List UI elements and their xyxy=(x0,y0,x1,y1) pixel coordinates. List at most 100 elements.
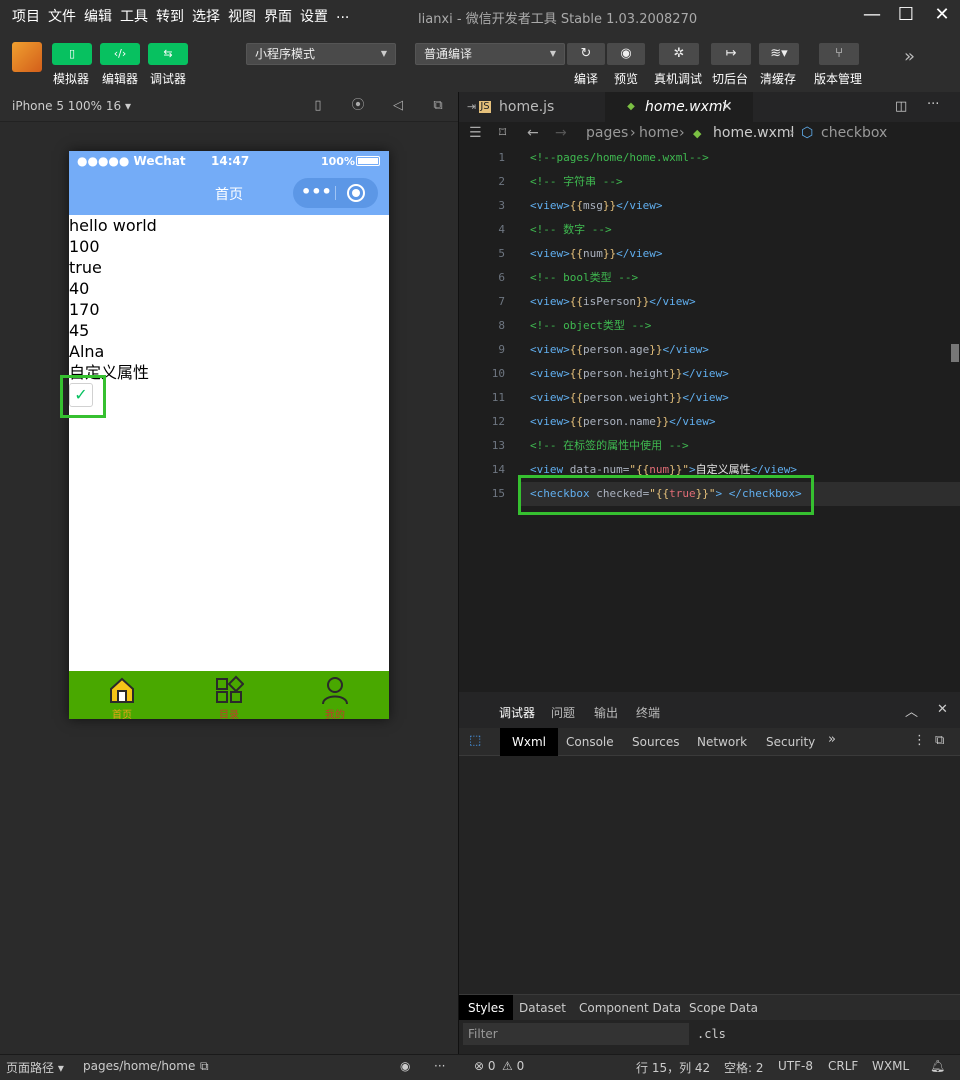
filter-input[interactable]: Filter xyxy=(463,1023,689,1045)
tab-console[interactable]: Console xyxy=(554,728,626,756)
bell-icon[interactable]: 🔔︎ xyxy=(930,1059,945,1073)
back-icon[interactable]: ← xyxy=(527,125,539,141)
bug-icon[interactable]: ✲ xyxy=(659,43,699,65)
phone-icon[interactable]: ▯ xyxy=(52,43,92,65)
compile-select[interactable]: 普通编译 ▼ xyxy=(415,43,565,65)
code-editor[interactable]: 1 <!--pages/home/home.wxml--> 2 <!-- 字符串 -… xyxy=(459,146,960,692)
checkbox[interactable]: ✓ xyxy=(69,383,93,407)
menu-more[interactable]: ... xyxy=(336,6,349,22)
encoding[interactable]: UTF-8 xyxy=(778,1059,813,1073)
language-mode[interactable]: WXML xyxy=(872,1059,909,1073)
forward-icon[interactable]: → xyxy=(555,125,567,141)
tab-issues[interactable]: 问题 xyxy=(551,704,575,721)
menu-edit[interactable]: 编辑 xyxy=(84,6,112,26)
error-count[interactable]: ⊗ 0 xyxy=(474,1059,496,1073)
tab-home-wxml[interactable]: ◆ home.wxml ✕ xyxy=(605,92,753,122)
bookmark-icon[interactable]: ⌑ xyxy=(499,125,506,141)
phone-icon[interactable]: ▯ xyxy=(310,98,326,114)
menu-project[interactable]: 项目 xyxy=(12,6,40,26)
code-line: 4 <!-- 数字 --> xyxy=(459,218,960,242)
tab-catalog[interactable]: 目录 xyxy=(176,671,282,721)
code-line: 3 <view>{{msg}}</view> xyxy=(459,194,960,218)
more-icon[interactable]: ··· xyxy=(434,1059,445,1073)
tab-scope-data[interactable]: Scope Data xyxy=(680,995,767,1021)
record-icon[interactable]: ⦿ xyxy=(350,98,366,114)
collapse-icon[interactable]: ︿ xyxy=(905,701,918,720)
simulator-header: iPhone 5 100% 16 ▾ ▯ ⦿ ◁ ⧉ xyxy=(0,92,458,122)
home-icon xyxy=(110,677,134,703)
device-select[interactable]: iPhone 5 100% 16 ▾ xyxy=(12,99,131,113)
inspect-icon[interactable]: ⬚ xyxy=(469,733,481,748)
sound-icon[interactable]: ◁ xyxy=(390,98,406,114)
maximize-icon[interactable]: ☐ xyxy=(894,4,918,26)
tab-bar: 首页 目录 我的 xyxy=(69,671,389,721)
page-path-label[interactable]: 页面路径 ▾ xyxy=(6,1059,64,1076)
list-icon[interactable]: ☰ xyxy=(469,125,482,141)
cls-button[interactable]: .cls xyxy=(697,1027,726,1041)
refresh-icon[interactable]: ↻ xyxy=(567,43,605,65)
menu-interface[interactable]: 界面 xyxy=(264,6,292,26)
line-number: 10 xyxy=(491,367,505,380)
warning-count[interactable]: ⚠ 0 xyxy=(502,1059,524,1073)
tab-mine[interactable]: 我的 xyxy=(282,671,388,721)
kebab-icon[interactable]: ⋮ xyxy=(913,733,926,748)
cursor-position[interactable]: 行 15，列 42 xyxy=(636,1059,710,1076)
devtools-tabs: ⬚ Wxml Console Sources Network Security … xyxy=(459,728,960,756)
branch-icon[interactable]: ⑂ xyxy=(819,43,859,65)
dock-icon[interactable]: ⧉ xyxy=(935,733,944,748)
tab-wxml[interactable]: Wxml xyxy=(500,728,558,756)
indentation[interactable]: 空格: 2 xyxy=(724,1059,764,1076)
tab-terminal[interactable]: 终端 xyxy=(636,704,660,721)
eye-icon[interactable]: ◉ xyxy=(400,1059,410,1073)
close-icon[interactable]: ✕ xyxy=(930,4,954,26)
tab-output[interactable]: 输出 xyxy=(594,704,618,721)
copy-icon[interactable]: ⧉ xyxy=(200,1059,209,1074)
tab-home-js-label: home.js xyxy=(499,99,555,115)
tab-network[interactable]: Network xyxy=(685,728,759,756)
tab-component-data[interactable]: Component Data xyxy=(570,995,690,1021)
minimize-icon[interactable]: — xyxy=(860,4,884,26)
tab-sources[interactable]: Sources xyxy=(620,728,691,756)
more-icon[interactable]: » xyxy=(904,46,915,67)
close-panel-icon[interactable]: ✕ xyxy=(937,702,948,717)
breadcrumb-checkbox[interactable]: checkbox xyxy=(821,125,887,141)
menu-settings[interactable]: 设置 xyxy=(300,6,328,26)
menu-file[interactable]: 文件 xyxy=(48,6,76,26)
menu-tools[interactable]: 工具 xyxy=(120,6,148,26)
cube-icon: ⬡ xyxy=(801,125,814,141)
tab-security[interactable]: Security xyxy=(754,728,827,756)
more-dots-icon[interactable]: ••• xyxy=(301,184,332,200)
layers-icon[interactable]: ≋▾ xyxy=(759,43,799,65)
clear-cache-label: 清缓存 xyxy=(760,72,797,86)
popout-icon[interactable]: ⧉ xyxy=(430,98,446,114)
line-number: 14 xyxy=(491,463,505,476)
breadcrumb-file[interactable]: home.wxml xyxy=(713,125,794,141)
more-tabs-icon[interactable]: » xyxy=(828,732,836,747)
eye-icon[interactable]: ◉ xyxy=(607,43,645,65)
tab-close-icon[interactable]: ✕ xyxy=(721,92,733,122)
mode-select[interactable]: 小程序模式 ▼ xyxy=(246,43,396,65)
scrollbar-thumb[interactable] xyxy=(951,344,959,362)
menu-view[interactable]: 视图 xyxy=(228,6,256,26)
tab-debugger[interactable]: 调试器 xyxy=(499,704,535,721)
mode-select-value: 小程序模式 xyxy=(255,47,316,61)
background-label: 切后台 xyxy=(712,72,749,86)
sliders-icon[interactable]: ⇆ xyxy=(148,43,188,65)
editor-label: 编辑器 xyxy=(102,72,139,86)
switch-icon[interactable]: ↦ xyxy=(711,43,751,65)
avatar[interactable] xyxy=(12,42,42,72)
menu-goto[interactable]: 转到 xyxy=(156,6,184,26)
breadcrumb-pages[interactable]: pages xyxy=(586,125,628,141)
tab-home-js[interactable]: JS home.js xyxy=(459,92,605,122)
tab-mine-label: 我的 xyxy=(325,710,345,721)
code-icon[interactable]: ‹/› xyxy=(100,43,140,65)
menu-select[interactable]: 选择 xyxy=(192,6,220,26)
eol[interactable]: CRLF xyxy=(828,1059,858,1073)
close-target-icon[interactable] xyxy=(347,184,365,202)
tab-home[interactable]: 首页 xyxy=(69,671,175,721)
tab-dataset[interactable]: Dataset xyxy=(510,995,575,1021)
tab-styles[interactable]: Styles xyxy=(459,995,514,1021)
split-editor-icon[interactable]: ◫ xyxy=(895,99,907,114)
breadcrumb-home[interactable]: home xyxy=(639,125,679,141)
more-actions-icon[interactable]: ··· xyxy=(927,97,939,112)
